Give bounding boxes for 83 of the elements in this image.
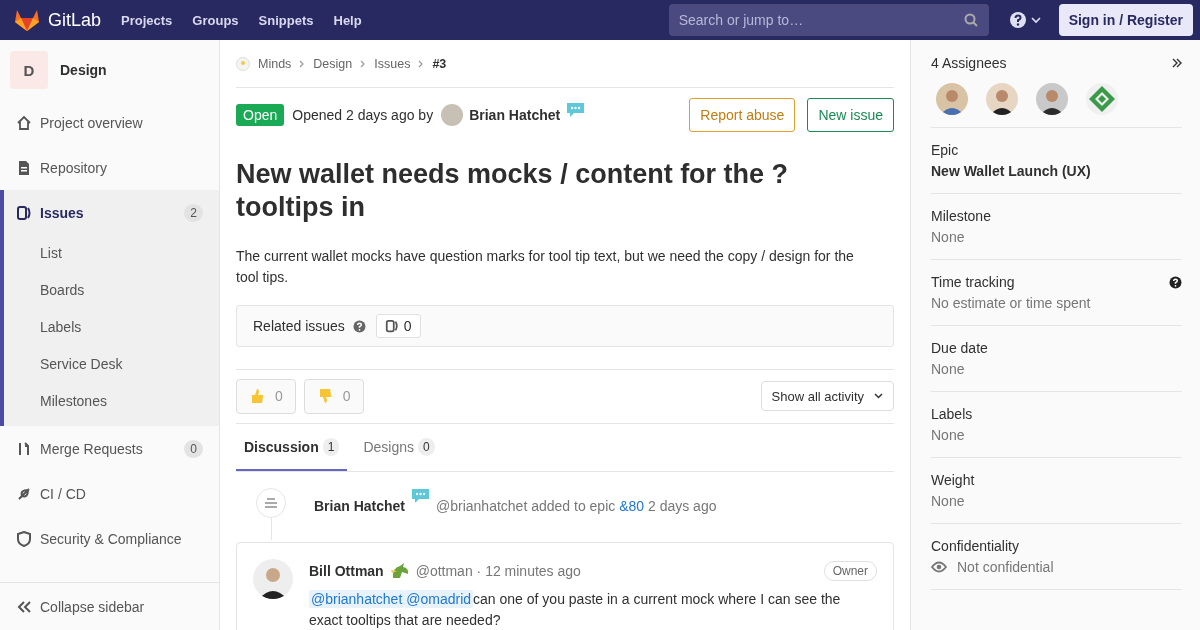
opened-text: Opened 2 days ago by	[292, 107, 434, 123]
sidebar-item[interactable]: Project overview	[0, 100, 219, 145]
breadcrumb-link[interactable]: #3	[432, 56, 447, 71]
breadcrumb-link[interactable]: Minds	[258, 56, 292, 71]
chevron-icon	[360, 59, 367, 68]
sidebar-subitem[interactable]: Boards	[4, 272, 219, 309]
count-badge: 0	[184, 439, 203, 458]
comment-text: @brianhatchet @omadrid can one of you paste in a current mock where I can see the exact tooltips that are needed?	[309, 589, 842, 630]
sidebar-item[interactable]: Issues 2	[4, 190, 219, 235]
help-menu-button[interactable]	[1008, 11, 1043, 29]
breadcrumb-link[interactable]: Design	[313, 56, 353, 71]
brand-name[interactable]: GitLab	[48, 9, 102, 31]
fox-logo-icon[interactable]	[14, 8, 40, 32]
commenter-avatar[interactable]	[253, 559, 293, 599]
field-value: None	[931, 361, 965, 377]
field-label: Confidentiality	[931, 538, 1019, 554]
tab[interactable]: Designs 0	[355, 424, 443, 471]
comment-meta: @ottman · 12 minutes ago	[415, 563, 581, 579]
project-name[interactable]: Design	[60, 62, 107, 78]
sign-in-button[interactable]: Sign in / Register	[1058, 4, 1193, 36]
sidebar-subitem[interactable]: Milestones	[4, 383, 219, 420]
search-field[interactable]: Search or jump to…	[668, 4, 989, 36]
sidebar-subitem[interactable]: Service Desk	[4, 346, 219, 383]
issue-description: The current wallet mocks have question marks for tool tip text, but we need the copy / design for the tool tips.	[236, 247, 855, 287]
tab[interactable]: Discussion 1	[236, 424, 348, 471]
field-value: None	[931, 229, 965, 245]
related-issues-label: Related issues	[253, 318, 345, 334]
related-issues-count: 0	[375, 314, 421, 338]
sidebar-subitem[interactable]: Labels	[4, 309, 219, 346]
field-value: None	[931, 493, 965, 509]
field-label: Epic	[931, 142, 959, 158]
mention-link[interactable]: @omadrid	[404, 590, 474, 608]
note-author[interactable]: Brian Hatchet	[314, 498, 406, 514]
speech-bubble-icon	[411, 488, 431, 504]
breadcrumb-link[interactable]: Issues	[374, 56, 411, 71]
assignee-avatar[interactable]	[1036, 83, 1068, 115]
sidebar-item[interactable]: Security & Compliance	[0, 516, 219, 561]
document-icon	[16, 159, 32, 176]
sidebar-item[interactable]: CI / CD	[0, 471, 219, 516]
double-chevron-left-icon	[16, 599, 32, 614]
nav-link[interactable]: Snippets	[258, 12, 314, 28]
author-link[interactable]: Brian Hatchet	[469, 107, 561, 123]
chevron-down-icon	[874, 393, 883, 399]
expand-sidebar-icon[interactable]	[1172, 58, 1182, 68]
chevron-icon	[299, 59, 306, 68]
count-badge: 2	[184, 203, 203, 222]
speech-bubble-icon	[566, 102, 586, 118]
chevron-icon	[418, 59, 425, 68]
search-icon	[963, 13, 978, 27]
sidebar-item[interactable]: Merge Requests 0	[0, 426, 219, 471]
field-value: None	[931, 427, 965, 443]
assignee-avatar[interactable]	[986, 83, 1018, 115]
mention-link[interactable]: @brianhatchet	[309, 590, 405, 608]
field-label: Weight	[931, 472, 975, 488]
issues-icon	[384, 319, 399, 333]
project-avatar[interactable]: D	[10, 51, 48, 89]
shield-icon	[16, 530, 32, 547]
issues-icon	[16, 204, 32, 221]
issue-title: New wallet needs mocks / content for the ? tooltips in	[236, 158, 790, 224]
new-issue-button[interactable]: New issue	[807, 98, 894, 132]
field-label: Due date	[931, 340, 988, 356]
sidebar-item[interactable]: Repository	[0, 145, 219, 190]
thumbs-up-icon	[249, 387, 265, 405]
field-label: Time tracking	[931, 274, 1015, 290]
eye-icon	[931, 561, 947, 573]
comment-author[interactable]: Bill Ottman	[309, 563, 384, 579]
field-value: Not confidential	[957, 559, 1054, 575]
group-avatar-icon	[236, 56, 250, 71]
home-icon	[16, 114, 32, 131]
nav-link[interactable]: Groups	[192, 12, 239, 28]
activity-filter-dropdown[interactable]: Show all activity	[760, 381, 894, 411]
merge-icon	[16, 440, 32, 457]
sidebar-subitem[interactable]: List	[4, 235, 219, 272]
field-label: Labels	[931, 406, 973, 422]
epic-link[interactable]: &80	[619, 498, 645, 514]
nav-link[interactable]: Projects	[121, 12, 173, 28]
field-label: Milestone	[931, 208, 991, 224]
assignees-label: 4 Assignees	[931, 55, 1007, 71]
status-badge: Open	[236, 104, 285, 126]
field-value[interactable]: New Wallet Launch (UX)	[931, 163, 1091, 179]
note-text: @brianhatchet added to epic &80 2 days ago	[436, 498, 717, 514]
help-icon[interactable]	[1169, 275, 1182, 289]
nav-link[interactable]: Help	[333, 12, 362, 28]
